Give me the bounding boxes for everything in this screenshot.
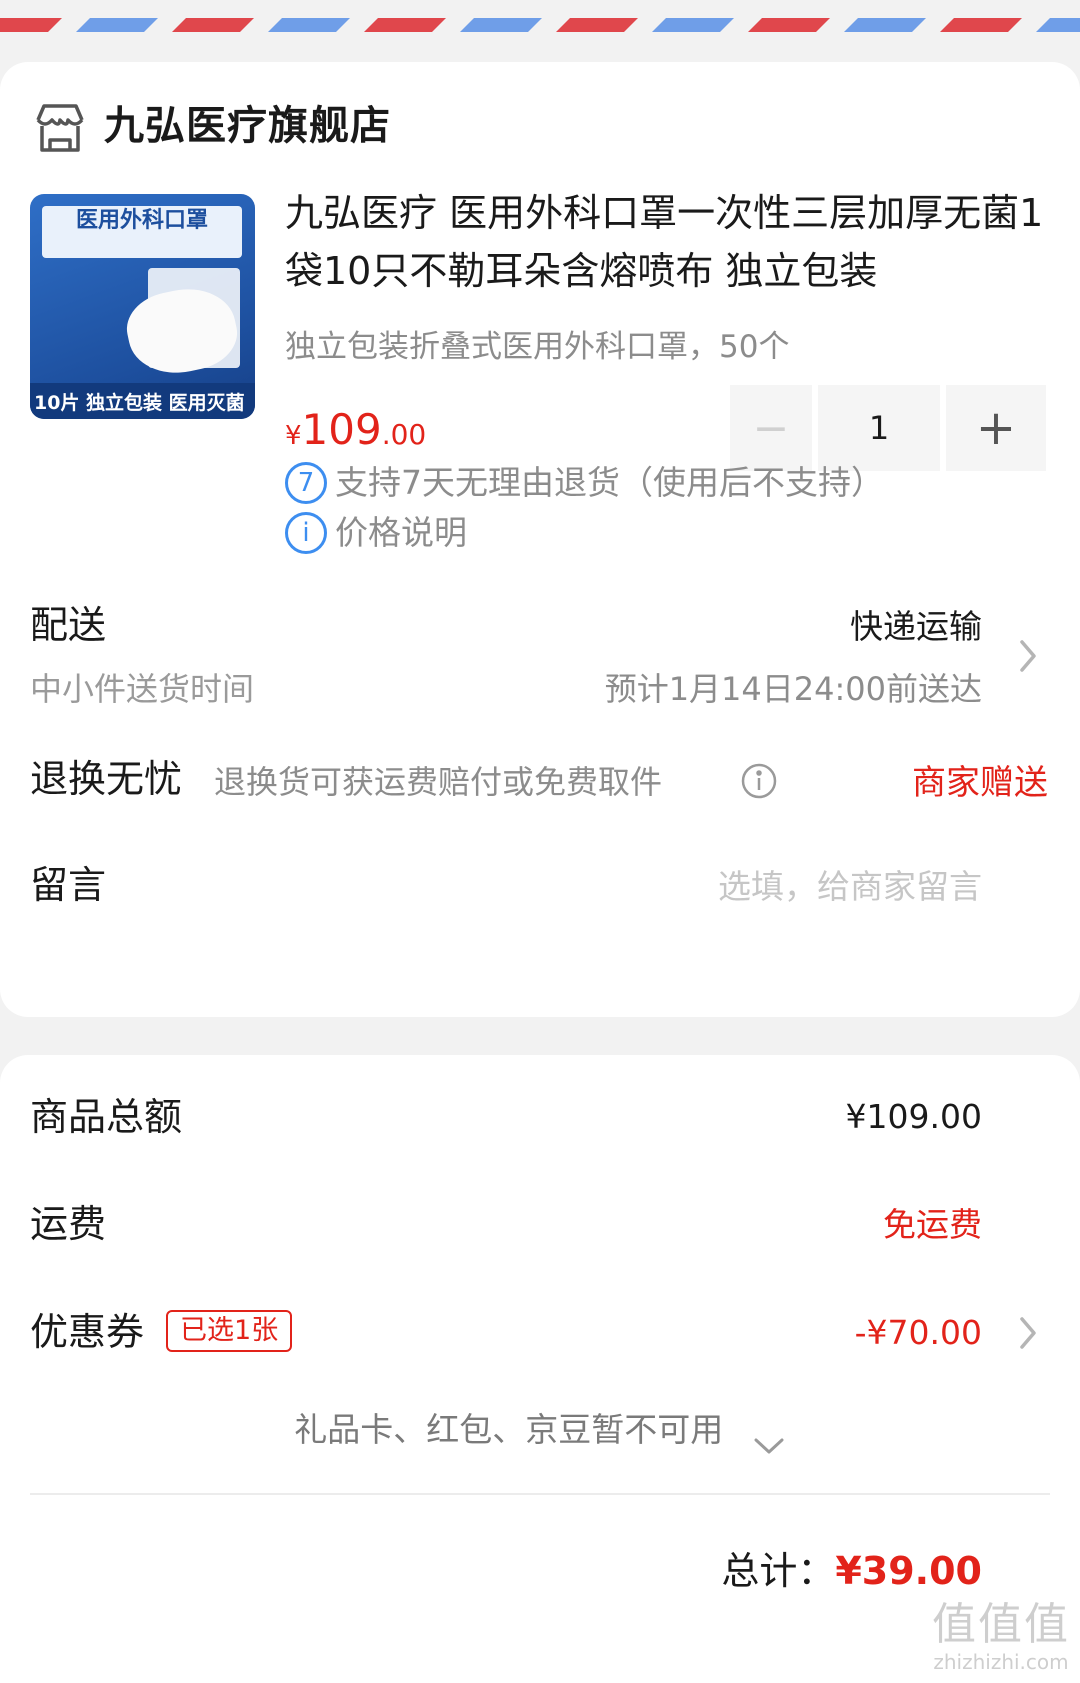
price-currency: ¥ (285, 421, 302, 451)
shipping-label: 运费 (30, 1202, 107, 1246)
chevron-down-icon (752, 1421, 786, 1453)
service-price-text: 价格说明 (335, 513, 467, 552)
coupon-value[interactable]: -¥70.00 (855, 1308, 982, 1358)
stripe-segment (940, 18, 1022, 32)
stripe-segment (0, 18, 62, 32)
stripe-segment (268, 18, 350, 32)
coupon-row[interactable]: 优惠券 已选1张 (30, 1305, 293, 1359)
service-return-text: 支持7天无理由退货（使用后不支持） (335, 463, 884, 502)
price-summary-card: 商品总额 ¥109.00 运费 免运费 优惠券 已选1张 -¥70.00 礼品卡、… (0, 1055, 1080, 1683)
product-title[interactable]: 九弘医疗 医用外科口罩一次性三层加厚无菌1袋10只不勒耳朵含熔喷布 独立包装 (285, 184, 1045, 300)
stripe-segment (76, 18, 158, 32)
chevron-right-icon[interactable] (1016, 636, 1040, 676)
message-input[interactable]: 选填，给商家留言 (718, 862, 982, 912)
info-icon[interactable] (740, 762, 778, 800)
order-item-card: 九弘医疗旗舰店 医用外科口罩 10片 独立包装 医用灭菌 九弘医疗 医用外科口罩… (0, 62, 1080, 1017)
stripe-segment (748, 18, 830, 32)
delivery-eta[interactable]: 预计1月14日24:00前送达 (605, 665, 982, 713)
site-watermark: 值值值 zhizhizhi.com (932, 1599, 1070, 1673)
stripe-segment (844, 18, 926, 32)
total-label: 总计： (721, 1549, 836, 1593)
info-icon: i (285, 512, 327, 554)
delivery-label: 配送 (30, 603, 107, 647)
stripe-segment (364, 18, 446, 32)
product-spec: 独立包装折叠式医用外科口罩，50个 (285, 329, 790, 365)
summary-divider (30, 1493, 1050, 1495)
stripe-segment (172, 18, 254, 32)
unavailable-note: 礼品卡、红包、京豆暂不可用 (294, 1410, 724, 1449)
product-image-footer-text: 10片 独立包装 医用灭菌 (34, 392, 245, 414)
stripe-segment (556, 18, 638, 32)
service-return-policy[interactable]: 7 支持7天无理由退货（使用后不支持） (285, 458, 884, 508)
returns-desc: 退换货可获运费赔付或免费取件 (214, 763, 663, 801)
stripe-segment (460, 18, 542, 32)
price-decimal: .00 (381, 418, 427, 451)
order-total: 总计：¥39.00 (721, 1543, 982, 1599)
stripe-segment (1036, 18, 1080, 32)
stripe-segment (652, 18, 734, 32)
store-name[interactable]: 九弘医疗旗舰店 (104, 98, 391, 154)
delivery-time-label: 中小件送货时间 (30, 670, 255, 708)
watermark-logo: 值值值 (932, 1599, 1070, 1650)
returns-label: 退换无忧 (30, 757, 183, 801)
message-label: 留言 (30, 863, 107, 907)
unavailable-note-row[interactable]: 礼品卡、红包、京豆暂不可用 (0, 1405, 1080, 1455)
store-icon (32, 100, 88, 156)
watermark-url: zhizhizhi.com (933, 1650, 1069, 1674)
total-value: ¥39.00 (835, 1549, 982, 1593)
returns-value[interactable]: 商家赠送 (912, 758, 1048, 808)
seven-day-return-icon: 7 (285, 462, 327, 504)
goods-total-value: ¥109.00 (845, 1097, 982, 1136)
goods-total-label: 商品总额 (30, 1095, 183, 1139)
price-integer: 109 (301, 405, 382, 454)
service-price-info[interactable]: i 价格说明 (285, 508, 467, 558)
product-image-title: 医用外科口罩 (75, 208, 208, 233)
stripe-pattern (0, 18, 1080, 32)
increase-button[interactable]: + (946, 385, 1046, 471)
delivery-method[interactable]: 快递运输 (850, 602, 982, 652)
envelope-stripe (0, 0, 1080, 36)
product-image[interactable]: 医用外科口罩 10片 独立包装 医用灭菌 (30, 194, 255, 419)
coupon-selected-badge: 已选1张 (166, 1309, 293, 1352)
shipping-value: 免运费 (883, 1205, 982, 1244)
coupon-label: 优惠券 (30, 1310, 145, 1354)
chevron-right-icon[interactable] (1016, 1313, 1040, 1353)
